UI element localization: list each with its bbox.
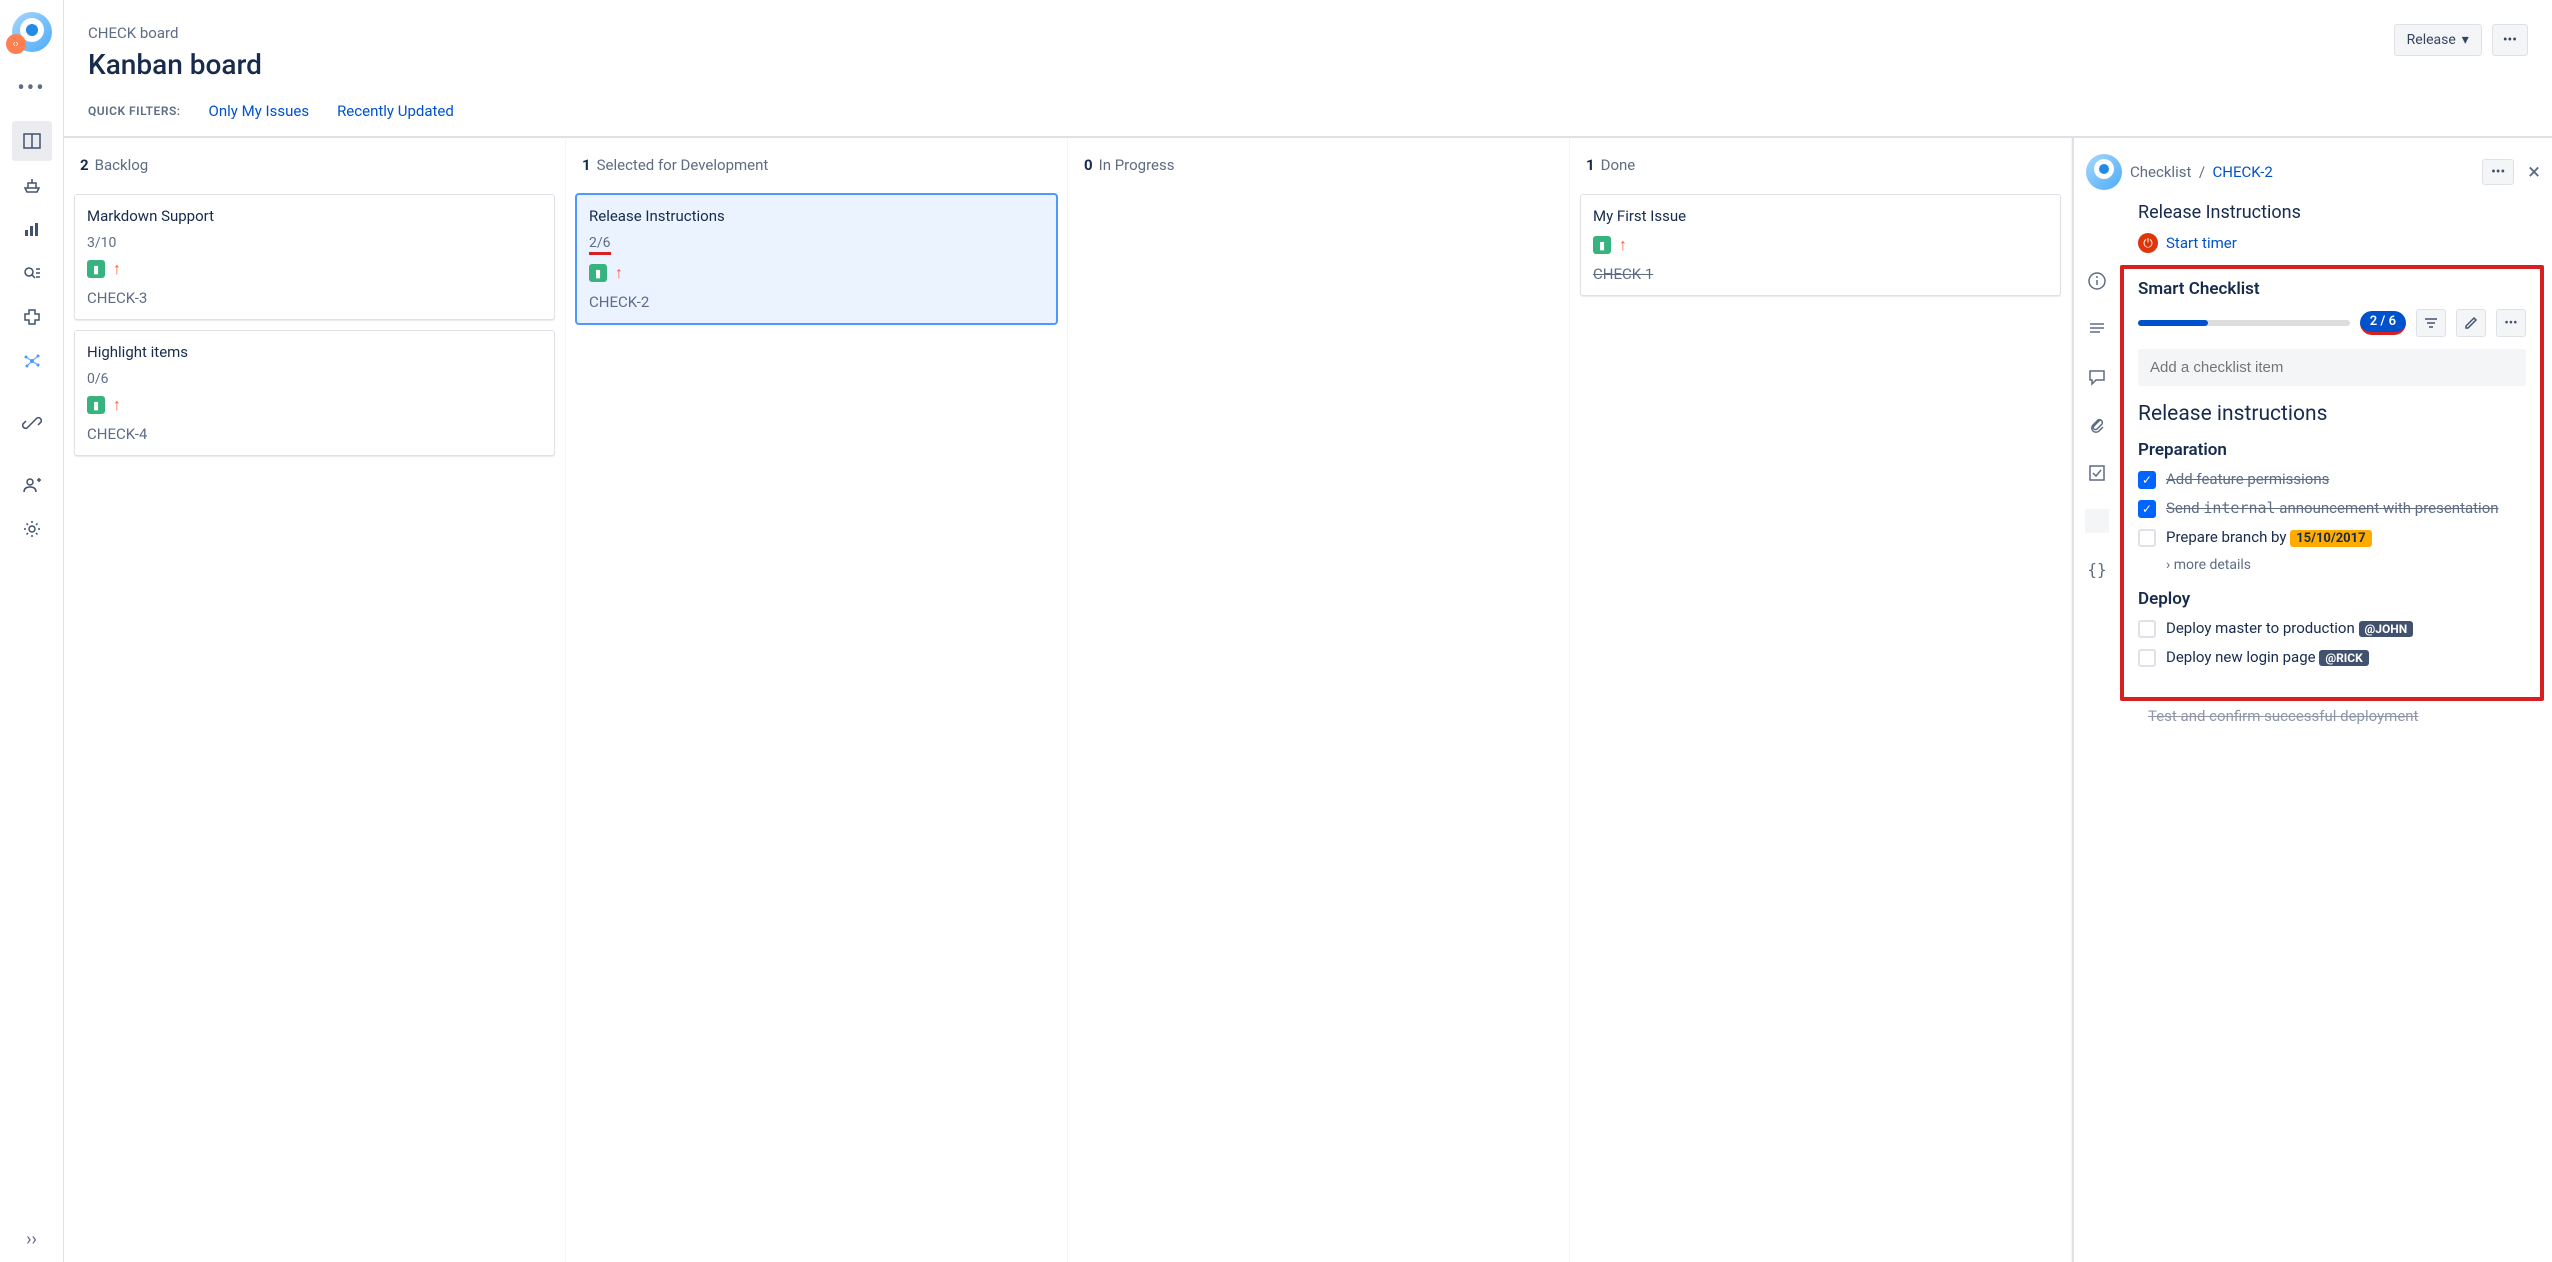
main-content: CHECK board Kanban board Release ▾ ••• Q… xyxy=(64,0,2552,1262)
checklist-section-deploy: Deploy xyxy=(2138,589,2526,609)
edit-icon[interactable] xyxy=(2456,309,2486,337)
priority-up-icon: ↑ xyxy=(615,263,623,283)
checklist-item[interactable]: Deploy new login page @RICK xyxy=(2138,648,2526,667)
column-inprogress: 0In Progress xyxy=(1068,138,1570,1262)
quick-filters-label: QUICK FILTERS: xyxy=(88,104,181,118)
filter-only-my-issues[interactable]: Only My Issues xyxy=(209,102,310,120)
smart-checklist-highlight: Smart Checklist 2 / 6 ••• Release instru xyxy=(2120,265,2544,701)
card-check-4[interactable]: Highlight items 0/6 ▮ ↑ CHECK-4 xyxy=(74,330,555,456)
column-done: 1Done My First Issue ▮ ↑ CHECK-1 xyxy=(1570,138,2072,1262)
filter-recently-updated[interactable]: Recently Updated xyxy=(337,102,454,120)
checklist-item[interactable]: Prepare branch by 15/10/2017 xyxy=(2138,528,2526,547)
global-nav-rail: ‹› ••• ›› xyxy=(0,0,64,1262)
add-checklist-input[interactable] xyxy=(2138,349,2526,386)
settings-icon[interactable] xyxy=(12,509,52,549)
issue-key: CHECK-4 xyxy=(87,425,542,443)
checklist-item[interactable]: ✓ Add feature permissions xyxy=(2138,470,2526,489)
priority-up-icon: ↑ xyxy=(113,259,121,279)
issue-key: CHECK-3 xyxy=(87,289,542,307)
checkbox-unchecked-icon[interactable] xyxy=(2138,620,2156,638)
checkbox-unchecked-icon[interactable] xyxy=(2138,649,2156,667)
kanban-board: 2Backlog Markdown Support 3/10 ▮ ↑ CHECK… xyxy=(64,138,2072,1262)
active-tab-placeholder[interactable] xyxy=(2085,509,2109,533)
checklist-progress-bar xyxy=(2138,320,2350,326)
checklist-heading: Release instructions xyxy=(2138,402,2526,426)
story-icon: ▮ xyxy=(589,264,607,282)
release-button[interactable]: Release ▾ xyxy=(2394,24,2482,56)
detail-more-button[interactable]: ••• xyxy=(2482,159,2514,185)
reports-icon[interactable] xyxy=(12,209,52,249)
comment-icon[interactable] xyxy=(2085,365,2109,389)
checklist-more-icon[interactable]: ••• xyxy=(2496,309,2526,337)
checkbox-unchecked-icon[interactable] xyxy=(2138,529,2156,547)
filter-icon[interactable] xyxy=(2416,309,2446,337)
quick-filters: QUICK FILTERS: Only My Issues Recently U… xyxy=(64,94,2552,138)
column-backlog: 2Backlog Markdown Support 3/10 ▮ ↑ CHECK… xyxy=(64,138,566,1262)
search-list-icon[interactable] xyxy=(12,253,52,293)
issue-detail-panel: Checklist / CHECK-2 ••• × Release Instru… xyxy=(2072,138,2552,1262)
priority-up-icon: ↑ xyxy=(1619,235,1627,255)
card-check-1[interactable]: My First Issue ▮ ↑ CHECK-1 xyxy=(1580,194,2061,296)
issue-key: CHECK-1 xyxy=(1593,265,2048,283)
priority-up-icon: ↑ xyxy=(113,395,121,415)
checklist-progress-badge: 2 / 6 xyxy=(2360,311,2406,335)
breadcrumb[interactable]: CHECK board xyxy=(88,24,262,42)
page-title: Kanban board xyxy=(88,48,262,81)
user-tag: @RICK xyxy=(2319,650,2368,666)
user-tag: @JOHN xyxy=(2359,621,2414,637)
board-more-button[interactable]: ••• xyxy=(2492,24,2528,56)
board-header: CHECK board Kanban board Release ▾ ••• xyxy=(64,0,2552,94)
smart-checklist-title: Smart Checklist xyxy=(2138,279,2526,299)
network-icon[interactable] xyxy=(12,341,52,381)
story-icon: ▮ xyxy=(1593,236,1611,254)
checklist-item-cutoff: Test and confirm successful deployment xyxy=(2120,707,2548,725)
more-details-link[interactable]: › more details xyxy=(2166,557,2526,573)
info-icon[interactable] xyxy=(2085,269,2109,293)
checklist-section-preparation: Preparation xyxy=(2138,440,2526,460)
issue-title: Release Instructions xyxy=(2086,202,2548,223)
code-icon[interactable]: {} xyxy=(2085,557,2109,581)
checkbox-checked-icon[interactable]: ✓ xyxy=(2138,471,2156,489)
chevron-down-icon: ▾ xyxy=(2462,32,2469,48)
issue-key-link[interactable]: CHECK-2 xyxy=(2213,163,2273,181)
app-logo[interactable]: ‹› xyxy=(12,12,52,52)
addon-icon[interactable] xyxy=(12,297,52,337)
column-selected: 1Selected for Development Release Instru… xyxy=(566,138,1068,1262)
detail-breadcrumb: Checklist / CHECK-2 xyxy=(2130,163,2474,181)
link-icon[interactable] xyxy=(12,403,52,443)
checklist-item[interactable]: Deploy master to production @JOHN xyxy=(2138,619,2526,638)
checklist-tab-icon[interactable] xyxy=(2085,461,2109,485)
story-icon: ▮ xyxy=(87,260,105,278)
story-icon: ▮ xyxy=(87,396,105,414)
start-timer-link[interactable]: Start timer xyxy=(2166,234,2237,252)
text-icon[interactable] xyxy=(2085,317,2109,341)
attachment-icon[interactable] xyxy=(2085,413,2109,437)
card-check-3[interactable]: Markdown Support 3/10 ▮ ↑ CHECK-3 xyxy=(74,194,555,320)
close-panel-icon[interactable]: × xyxy=(2520,160,2548,185)
ship-icon[interactable] xyxy=(12,165,52,205)
checkbox-checked-icon[interactable]: ✓ xyxy=(2138,500,2156,518)
board-icon[interactable] xyxy=(12,121,52,161)
issue-key: CHECK-2 xyxy=(589,293,1044,311)
checklist-item[interactable]: ✓ Send internal announcement with presen… xyxy=(2138,499,2526,518)
card-check-2[interactable]: Release Instructions 2/6 ▮ ↑ CHECK-2 xyxy=(576,194,1057,324)
project-avatar xyxy=(2086,154,2122,190)
logo-badge: ‹› xyxy=(6,34,26,54)
expand-sidebar-icon[interactable]: ›› xyxy=(26,1229,37,1250)
apps-menu-icon[interactable]: ••• xyxy=(17,76,45,101)
date-tag: 15/10/2017 xyxy=(2290,530,2371,547)
timer-icon: ⏻ xyxy=(2138,233,2158,253)
add-user-icon[interactable] xyxy=(12,465,52,505)
